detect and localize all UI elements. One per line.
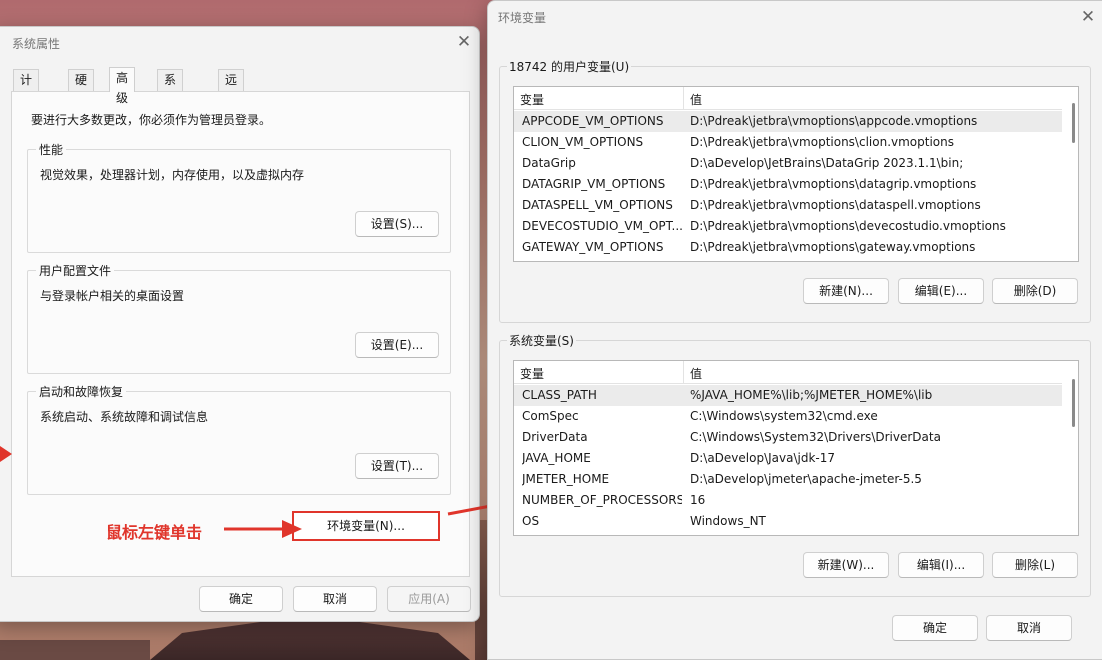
group-label: 18742 的用户变量(U): [507, 58, 632, 75]
column-header-value[interactable]: 值: [690, 91, 702, 108]
table-row[interactable]: DATASPELL_VM_OPTIONS D:\Pdreak\jetbra\vm…: [514, 195, 1062, 216]
column-header-variable[interactable]: 变量: [520, 365, 544, 382]
advanced-tab-panel: 要进行大多数更改，你必须作为管理员登录。 性能 视觉效果，处理器计划，内存使用，…: [11, 91, 470, 577]
group-label: 启动和故障恢复: [36, 383, 127, 400]
performance-group: 性能 视觉效果，处理器计划，内存使用，以及虚拟内存 设置(S)...: [27, 141, 451, 253]
user-delete-button[interactable]: 删除(D): [992, 278, 1078, 304]
scrollbar[interactable]: [1072, 103, 1075, 143]
table-row[interactable]: DEVECOSTUDIO_VM_OPT... D:\Pdreak\jetbra\…: [514, 216, 1062, 237]
system-variables-table[interactable]: 变量 值 CLASS_PATH %JAVA_HOME%\lib;%JMETER_…: [513, 360, 1079, 536]
environment-variables-dialog: 环境变量 ✕ 18742 的用户变量(U) 变量 值 APPCODE_VM_OP…: [487, 0, 1102, 660]
group-description: 视觉效果，处理器计划，内存使用，以及虚拟内存: [40, 168, 305, 182]
group-label: 性能: [36, 141, 67, 158]
user-variables-group: 18742 的用户变量(U) 变量 值 APPCODE_VM_OPTIONS D…: [499, 58, 1091, 323]
table-row[interactable]: DataGrip D:\aDevelop\JetBrains\DataGrip …: [514, 153, 1062, 174]
table-row[interactable]: JAVA_HOME D:\aDevelop\Java\jdk-17: [514, 448, 1062, 469]
admin-note: 要进行大多数更改，你必须作为管理员登录。: [31, 113, 272, 127]
arrow-icon: [224, 520, 302, 538]
scrollbar[interactable]: [1072, 379, 1075, 427]
apply-button[interactable]: 应用(A): [387, 586, 471, 612]
table-row[interactable]: DriverData C:\Windows\System32\Drivers\D…: [514, 427, 1062, 448]
column-header-value[interactable]: 值: [690, 365, 702, 382]
startup-recovery-settings-button[interactable]: 设置(T)...: [355, 453, 439, 479]
tab-remote[interactable]: 远程: [218, 69, 245, 107]
tab-advanced[interactable]: 高级: [109, 67, 136, 105]
table-row[interactable]: CLASS_PATH %JAVA_HOME%\lib;%JMETER_HOME%…: [514, 385, 1062, 406]
close-icon[interactable]: ✕: [454, 32, 474, 52]
tab-hardware[interactable]: 硬件: [68, 69, 95, 107]
startup-recovery-group: 启动和故障恢复 系统启动、系统故障和调试信息 设置(T)...: [27, 383, 451, 495]
ok-button[interactable]: 确定: [892, 615, 978, 641]
table-row[interactable]: APPCODE_VM_OPTIONS D:\Pdreak\jetbra\vmop…: [514, 111, 1062, 132]
background-rooftop: [0, 640, 150, 660]
ok-button[interactable]: 确定: [199, 586, 283, 612]
user-new-button[interactable]: 新建(N)...: [803, 278, 889, 304]
dialog-title: 环境变量: [498, 11, 547, 25]
table-row[interactable]: NUMBER_OF_PROCESSORS 16: [514, 490, 1062, 511]
performance-settings-button[interactable]: 设置(S)...: [355, 211, 439, 237]
system-edit-button[interactable]: 编辑(I)...: [898, 552, 984, 578]
cancel-button[interactable]: 取消: [293, 586, 377, 612]
dialog-title: 系统属性: [12, 37, 61, 51]
group-description: 与登录帐户相关的桌面设置: [40, 289, 185, 303]
close-icon[interactable]: ✕: [1078, 7, 1098, 27]
group-description: 系统启动、系统故障和调试信息: [40, 410, 209, 424]
table-header: 变量 值: [514, 87, 1062, 110]
tab-system-protection[interactable]: 系统保护: [157, 69, 184, 147]
arrow-icon: [0, 446, 12, 462]
user-profiles-group: 用户配置文件 与登录帐户相关的桌面设置 设置(E)...: [27, 262, 451, 374]
user-edit-button[interactable]: 编辑(E)...: [898, 278, 984, 304]
group-label: 用户配置文件: [36, 262, 115, 279]
annotation-text: 鼠标左键单击: [106, 523, 203, 542]
environment-variables-button[interactable]: 环境变量(N)...: [292, 511, 440, 541]
column-header-variable[interactable]: 变量: [520, 91, 544, 108]
table-row[interactable]: CLION_VM_OPTIONS D:\Pdreak\jetbra\vmopti…: [514, 132, 1062, 153]
user-variables-table[interactable]: 变量 值 APPCODE_VM_OPTIONS D:\Pdreak\jetbra…: [513, 86, 1079, 262]
table-row[interactable]: GATEWAY_VM_OPTIONS D:\Pdreak\jetbra\vmop…: [514, 237, 1062, 258]
table-header: 变量 值: [514, 361, 1062, 384]
group-label: 系统变量(S): [507, 332, 576, 349]
table-row[interactable]: ComSpec C:\Windows\system32\cmd.exe: [514, 406, 1062, 427]
system-delete-button[interactable]: 删除(L): [992, 552, 1078, 578]
system-new-button[interactable]: 新建(W)...: [803, 552, 889, 578]
system-variables-group: 系统变量(S) 变量 值 CLASS_PATH %JAVA_HOME%\lib;…: [499, 332, 1091, 597]
table-row[interactable]: JMETER_HOME D:\aDevelop\jmeter\apache-jm…: [514, 469, 1062, 490]
user-profiles-settings-button[interactable]: 设置(E)...: [355, 332, 439, 358]
table-row[interactable]: DATAGRIP_VM_OPTIONS D:\Pdreak\jetbra\vmo…: [514, 174, 1062, 195]
cancel-button[interactable]: 取消: [986, 615, 1072, 641]
table-row[interactable]: OS Windows_NT: [514, 511, 1062, 532]
tab-computer-name[interactable]: 计算机名: [13, 69, 40, 147]
